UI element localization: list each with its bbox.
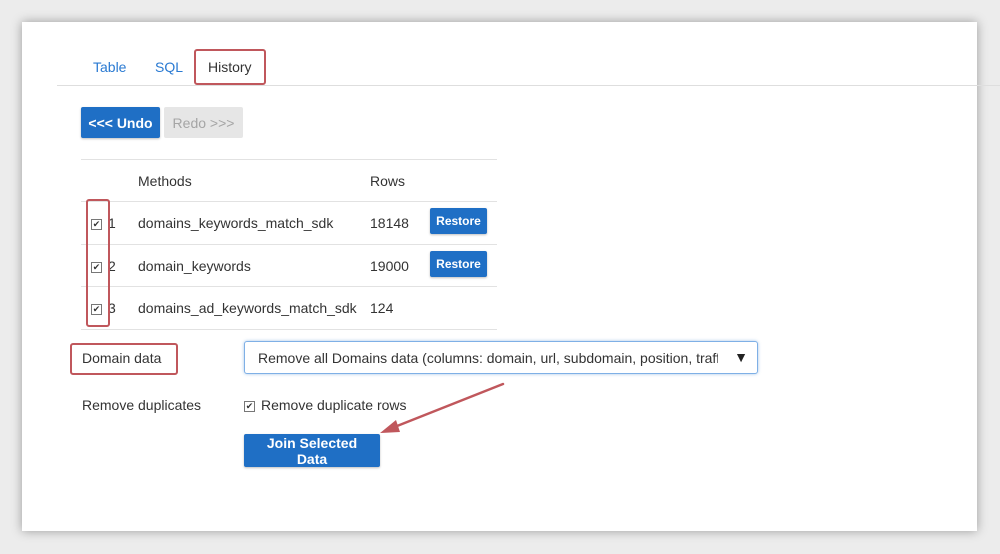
row-count: 124 — [370, 300, 394, 316]
table-row-border — [81, 244, 497, 245]
redo-button[interactable]: Redo >>> — [164, 107, 243, 138]
tab-sql[interactable]: SQL — [155, 52, 183, 82]
table-row-border — [81, 329, 497, 330]
table-row-border — [81, 286, 497, 287]
row-count: 19000 — [370, 258, 409, 274]
history-panel — [22, 22, 977, 531]
restore-button-row-2[interactable]: Restore — [430, 251, 487, 277]
checkbox-highlight-annotation — [86, 199, 110, 327]
column-header-methods: Methods — [138, 173, 192, 189]
join-selected-data-button[interactable]: Join Selected Data — [244, 434, 380, 467]
tab-history[interactable]: History — [194, 49, 266, 85]
table-header-border — [81, 201, 497, 202]
undo-button[interactable]: <<< Undo — [81, 107, 160, 138]
restore-button-row-1[interactable]: Restore — [430, 208, 487, 234]
remove-duplicates-label: Remove duplicates — [82, 397, 202, 413]
remove-duplicates-checkbox[interactable]: ✔ — [244, 401, 255, 412]
row-method: domains_keywords_match_sdk — [138, 215, 334, 231]
row-count: 18148 — [370, 215, 409, 231]
domain-data-selected-value: Remove all Domains data (columns: domain… — [258, 350, 718, 366]
table-top-border — [81, 159, 497, 160]
annotation-arrow-icon — [380, 382, 505, 433]
domain-data-select[interactable]: Remove all Domains data (columns: domain… — [244, 341, 758, 374]
tabs-divider — [57, 85, 1000, 86]
row-method: domains_ad_keywords_match_sdk — [138, 300, 357, 316]
column-header-rows: Rows — [370, 173, 406, 189]
tab-table[interactable]: Table — [93, 52, 126, 82]
dropdown-arrow-icon: ▼ — [734, 349, 748, 365]
domain-data-label: Domain data — [82, 350, 162, 366]
row-method: domain_keywords — [138, 258, 251, 274]
